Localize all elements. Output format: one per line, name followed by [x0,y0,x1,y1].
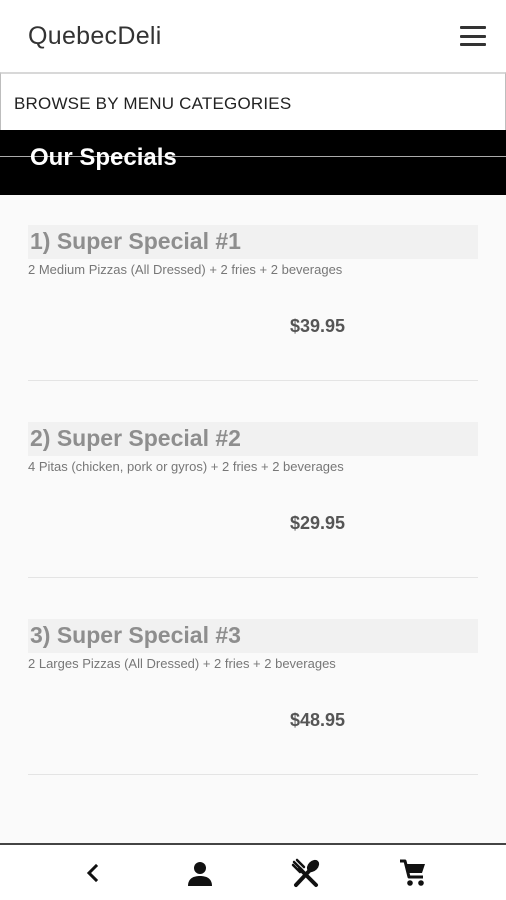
hamburger-menu-icon[interactable] [460,26,486,46]
section-banner: Our Specials [0,130,506,195]
bottom-navigation [0,843,506,900]
special-price: $39.95 [290,316,346,336]
shopping-cart-icon [399,859,425,886]
special-name: 2) Super Special #2 [30,425,241,451]
special-name: 3) Super Special #3 [30,622,241,648]
back-button[interactable] [69,849,117,897]
app-title: QuebecDeli [28,21,162,50]
category-dropdown-label: BROWSE BY MENU CATEGORIES [14,94,292,113]
special-item[interactable]: 1) Super Special #1 2 Medium Pizzas (All… [0,195,506,392]
special-item[interactable]: 3) Super Special #3 2 Larges Pizzas (All… [0,589,506,786]
person-icon [187,861,212,886]
category-dropdown[interactable]: BROWSE BY MENU CATEGORIES [0,72,506,135]
specials-list: 1) Super Special #1 2 Medium Pizzas (All… [0,195,506,786]
special-divider [28,774,478,775]
special-description: 4 Pitas (chicken, pork or gyros) + 2 fri… [28,459,344,474]
special-item[interactable]: 2) Super Special #2 4 Pitas (chicken, po… [0,392,506,589]
special-description: 2 Medium Pizzas (All Dressed) + 2 fries … [28,262,343,277]
section-title: Our Specials [30,144,177,171]
account-button[interactable] [176,849,224,897]
cart-button[interactable] [389,849,437,897]
utensils-icon [292,858,320,887]
back-chevron-icon [87,863,99,882]
special-description: 2 Larges Pizzas (All Dressed) + 2 fries … [28,656,336,671]
special-price: $29.95 [290,513,346,533]
special-name: 1) Super Special #1 [30,228,241,254]
menu-button[interactable] [282,849,330,897]
special-divider [28,577,478,578]
special-divider [28,380,478,381]
special-price: $48.95 [290,710,346,730]
app-header: QuebecDeli [0,0,506,72]
